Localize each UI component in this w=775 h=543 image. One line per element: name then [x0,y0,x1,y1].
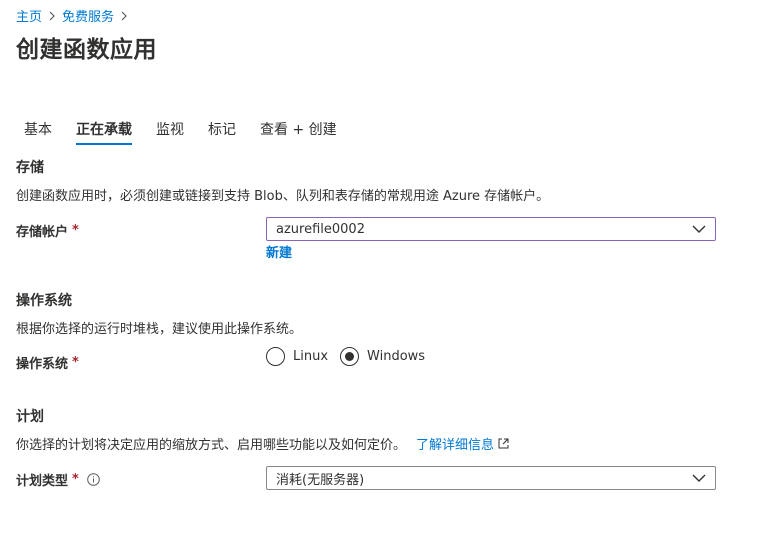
storage-account-label-text: 存储帐户 [16,225,69,240]
learn-more-text: 了解详细信息 [416,438,495,453]
chevron-down-icon [692,474,706,482]
tab-review-create[interactable]: 查看 + 创建 [260,114,337,145]
tab-hosting[interactable]: 正在承载 [76,114,132,145]
storage-account-dropdown[interactable]: azurefile0002 [266,217,716,241]
page-title: 创建函数应用 [16,37,157,63]
chevron-right-icon [120,11,128,21]
learn-more-link[interactable]: 了解详细信息 [416,434,509,453]
plan-section-description: 你选择的计划将决定应用的缩放方式、启用哪些功能以及如何定价。 了解详细信息 [16,434,509,453]
create-new-storage-link[interactable]: 新建 [266,242,292,261]
chevron-down-icon [692,225,706,233]
radio-checked-icon[interactable] [340,347,360,366]
os-section-description: 根据你选择的运行时堆栈，建议使用此操作系统。 [16,322,303,337]
plan-type-label: 计划类型 * [16,470,100,489]
os-radio-group: Linux Windows [266,347,437,366]
info-icon[interactable] [87,473,100,486]
required-marker: * [72,355,79,370]
chevron-right-icon [48,11,56,21]
tab-tags[interactable]: 标记 [208,114,236,145]
required-marker: * [72,472,79,487]
required-marker: * [72,223,79,238]
breadcrumb-home[interactable]: 主页 [16,6,42,25]
radio-unchecked-icon[interactable] [266,347,285,366]
os-label: 操作系统 * [16,353,79,372]
tab-bar: 基本 正在承载 监视 标记 查看 + 创建 [16,114,361,145]
storage-section-description: 创建函数应用时，必须创建或链接到支持 Blob、队列和表存储的常规用途 Azur… [16,189,550,204]
os-section-title: 操作系统 [16,293,72,309]
os-label-text: 操作系统 [16,357,69,372]
tab-monitoring[interactable]: 监视 [156,114,184,145]
os-radio-windows[interactable]: Windows [340,347,425,366]
storage-account-value: azurefile0002 [276,221,365,237]
breadcrumb: 主页 免费服务 [16,6,134,25]
storage-section-title: 存储 [16,160,44,176]
external-link-icon [498,438,509,449]
breadcrumb-free-services[interactable]: 免费服务 [62,6,114,25]
os-radio-linux[interactable]: Linux [266,347,328,366]
plan-type-value: 消耗(无服务器) [276,472,365,488]
plan-description-text: 你选择的计划将决定应用的缩放方式、启用哪些功能以及如何定价。 [16,438,407,453]
plan-type-dropdown[interactable]: 消耗(无服务器) [266,466,716,490]
plan-type-label-text: 计划类型 [16,474,69,489]
os-radio-windows-label: Windows [367,349,426,364]
tab-basics[interactable]: 基本 [24,114,52,145]
plan-section-title: 计划 [16,409,44,425]
storage-account-label: 存储帐户 * [16,221,79,240]
os-radio-linux-label: Linux [293,349,329,364]
create-function-app-page: 主页 免费服务 创建函数应用 基本 正在承载 监视 标记 查看 + 创建 存储 … [0,0,775,543]
